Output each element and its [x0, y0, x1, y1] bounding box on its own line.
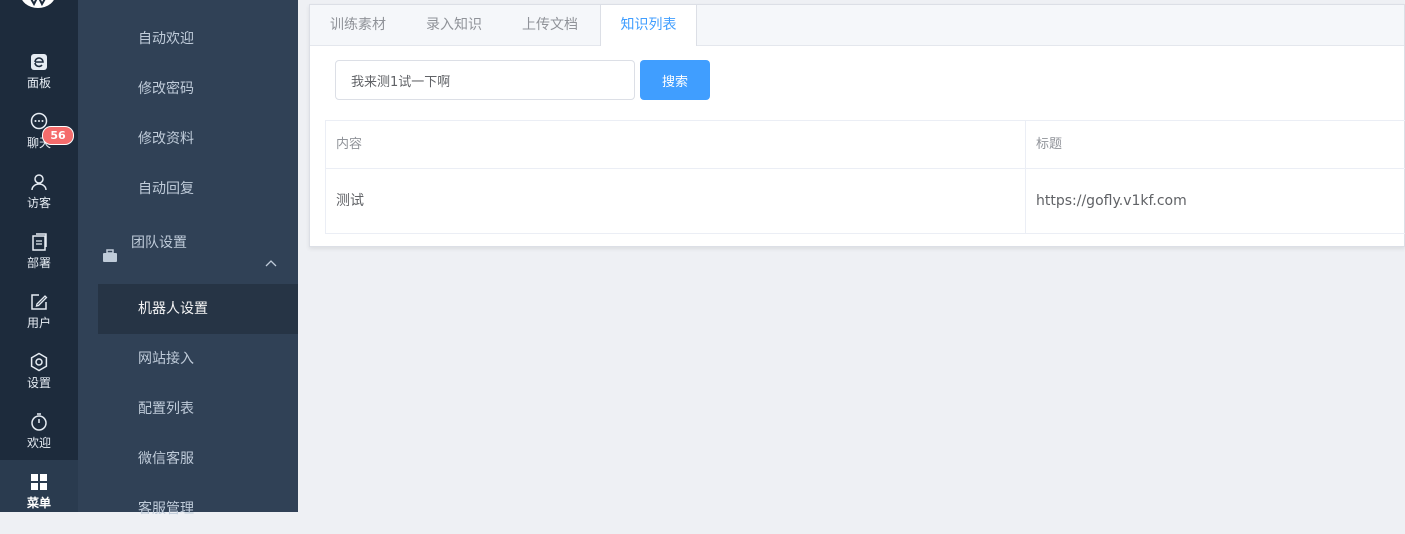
submenu-label: 机器人设置: [138, 301, 208, 317]
column-header-title: 标题: [1026, 121, 1405, 169]
submenu-item-wechat-service[interactable]: 微信客服: [98, 434, 298, 484]
tab-training-material[interactable]: 训练素材: [310, 5, 406, 45]
edit-icon: [29, 292, 49, 312]
dashboard-icon: [29, 52, 49, 72]
chat-unread-badge: 56: [42, 126, 74, 145]
submenu-label: 自动回复: [138, 181, 194, 197]
rail-label-menu: 菜单: [26, 496, 51, 510]
rail-item-menu[interactable]: 菜单: [0, 460, 78, 512]
submenu: 自动欢迎 修改密码 修改资料 自动回复 团队设置 机器人设置 网站接入 配置列表…: [78, 0, 298, 517]
gear-icon: [29, 352, 49, 372]
icon-rail: 面板 聊天 访客 部署 用户 设置 欢迎 菜单 56: [0, 0, 78, 512]
rail-item-deploy[interactable]: 部署: [0, 232, 78, 292]
search-button[interactable]: 搜索: [640, 60, 710, 100]
submenu-item-robot-settings[interactable]: 机器人设置: [98, 284, 298, 334]
submenu-item-agent-management[interactable]: 客服管理: [98, 484, 298, 534]
column-header-content: 内容: [326, 121, 1026, 169]
rail-label-welcome: 欢迎: [26, 436, 51, 450]
grid-icon: [29, 472, 49, 492]
submenu-item-change-password[interactable]: 修改密码: [98, 64, 298, 114]
knowledge-card: 训练素材 录入知识 上传文档 知识列表 搜索 内容 标题 测试 https://…: [309, 4, 1405, 247]
submenu-item-edit-profile[interactable]: 修改资料: [98, 114, 298, 164]
search-input[interactable]: [335, 60, 635, 100]
briefcase-icon: [102, 235, 118, 285]
tab-knowledge-list[interactable]: 知识列表: [600, 5, 697, 46]
timer-icon: [29, 412, 49, 432]
rail-label-deploy: 部署: [26, 256, 51, 270]
table-cell-title: https://gofly.v1kf.com: [1036, 193, 1187, 209]
submenu-label: 修改密码: [138, 81, 194, 97]
submenu-item-site-integration[interactable]: 网站接入: [98, 334, 298, 384]
knowledge-table: 内容 标题 测试 https://gofly.v1kf.com: [325, 120, 1405, 234]
submenu-label: 配置列表: [138, 401, 194, 417]
submenu-label: 自动欢迎: [138, 31, 194, 47]
rail-label-settings: 设置: [26, 376, 51, 390]
rail-item-dashboard[interactable]: 面板: [0, 52, 78, 112]
submenu-group-label: 团队设置: [131, 235, 187, 251]
rail-item-settings[interactable]: 设置: [0, 352, 78, 412]
rail-label-dashboard: 面板: [26, 76, 51, 90]
submenu-label: 微信客服: [138, 451, 194, 467]
submenu-item-config-list[interactable]: 配置列表: [98, 384, 298, 434]
chevron-up-icon: [265, 238, 277, 288]
submenu-item-auto-welcome[interactable]: 自动欢迎: [98, 14, 298, 64]
submenu-group-team-settings[interactable]: 团队设置: [78, 218, 298, 268]
user-icon: [29, 172, 49, 192]
tab-bar: 训练素材 录入知识 上传文档 知识列表: [310, 5, 1404, 46]
rail-item-users[interactable]: 用户: [0, 292, 78, 352]
rail-label-users: 用户: [26, 316, 51, 330]
table-cell-content: 测试: [326, 169, 1026, 233]
rail-label-visitors: 访客: [26, 196, 51, 210]
logo: [20, 0, 56, 8]
submenu-label: 客服管理: [138, 501, 194, 517]
submenu-label: 网站接入: [138, 351, 194, 367]
deploy-icon: [29, 232, 49, 252]
submenu-item-auto-reply[interactable]: 自动回复: [98, 164, 298, 214]
tab-upload-document[interactable]: 上传文档: [502, 5, 598, 45]
rail-item-visitors[interactable]: 访客: [0, 172, 78, 232]
tab-enter-knowledge[interactable]: 录入知识: [406, 5, 502, 45]
submenu-label: 修改资料: [138, 131, 194, 147]
